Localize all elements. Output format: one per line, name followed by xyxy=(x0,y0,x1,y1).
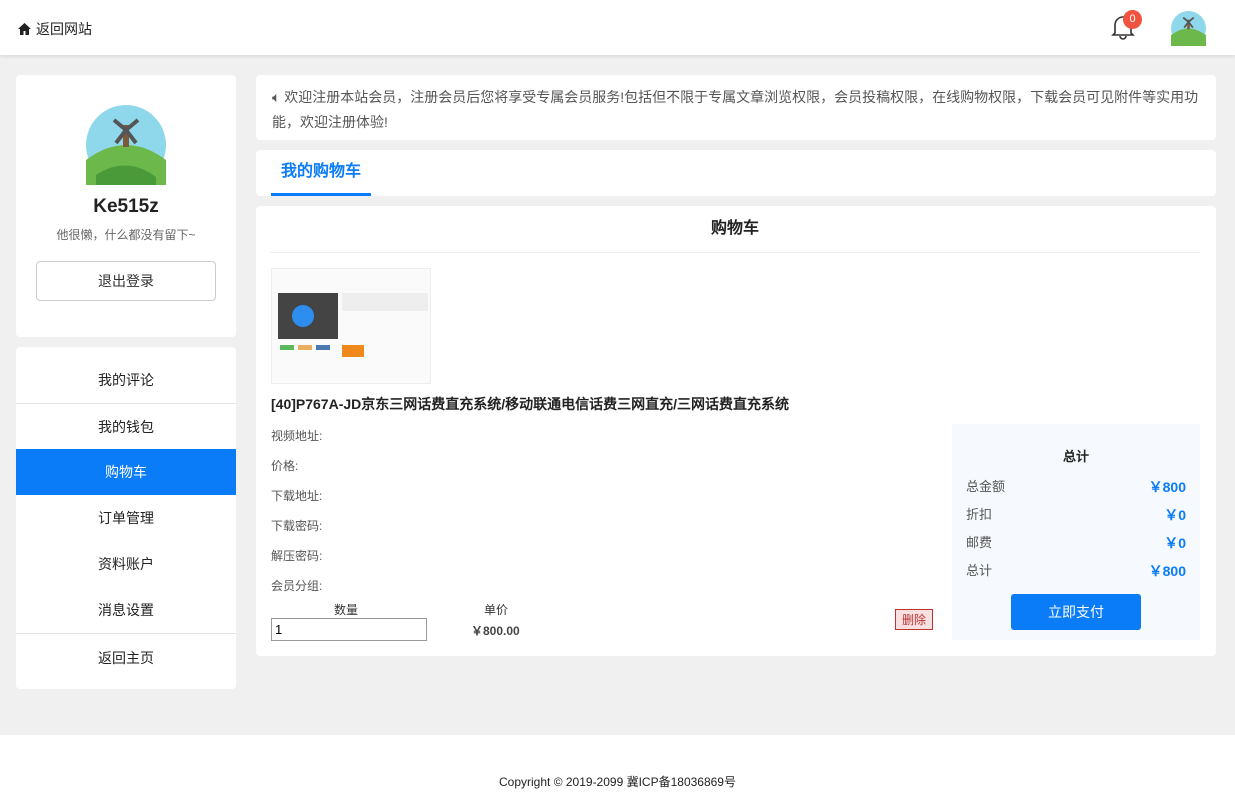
top-bar: 返回网站 0 xyxy=(0,0,1235,55)
summary-row-shipping: 邮费 ￥0 xyxy=(952,529,1200,557)
row-value: ￥0 xyxy=(1164,535,1186,551)
sidebar-item-account[interactable]: 资料账户 xyxy=(16,541,236,587)
sidebar-item-comments[interactable]: 我的评论 xyxy=(16,357,236,403)
field-download-url: 下载地址: xyxy=(271,489,323,503)
field-member-group: 会员分组: xyxy=(271,579,323,593)
back-to-site-link[interactable]: 返回网站 xyxy=(18,19,92,39)
row-label: 总金额 xyxy=(966,479,1006,494)
row-value: ￥800 xyxy=(1148,563,1186,579)
row-label: 折扣 xyxy=(966,507,993,522)
product-title[interactable]: [40]P767A-JD京东三网话费直充系统/移动联通电信话费三网直充/三网话费… xyxy=(271,394,789,414)
cart-title: 购物车 xyxy=(270,206,1200,253)
summary-row-total: 总计 ￥800 xyxy=(952,557,1200,585)
sidebar-item-home[interactable]: 返回主页 xyxy=(16,633,236,685)
speaker-icon: 🔈︎ xyxy=(272,89,281,105)
row-label: 总计 xyxy=(966,563,993,578)
field-price: 价格: xyxy=(271,459,299,473)
tab-my-cart[interactable]: 我的购物车 xyxy=(271,150,371,196)
cart-panel: 购物车 [40]P767A-JD京东三网话费直充系统/移动联通电信话费三网直充/… xyxy=(256,206,1216,656)
notification-badge: 0 xyxy=(1123,10,1142,29)
sidebar-item-wallet[interactable]: 我的钱包 xyxy=(16,403,236,449)
sidebar-item-orders[interactable]: 订单管理 xyxy=(16,495,236,541)
footer: Copyright © 2019-2099 冀ICP备18036869号 xyxy=(0,735,1235,798)
notice-banner: 🔈︎ 欢迎注册本站会员，注册会员后您将享受专属会员服务!包括但不限于专属文章浏览… xyxy=(256,75,1216,140)
unit-price: ￥800.00 xyxy=(471,624,520,638)
back-label: 返回网站 xyxy=(36,21,92,37)
summary-row-discount: 折扣 ￥0 xyxy=(952,501,1200,529)
row-label: 邮费 xyxy=(966,535,993,550)
summary-title: 总计 xyxy=(1062,449,1089,464)
pay-now-button[interactable]: 立即支付 xyxy=(1011,594,1141,630)
unit-price-label: 单价 xyxy=(484,603,509,617)
sidebar-item-cart[interactable]: 购物车 xyxy=(16,449,236,495)
row-value: ￥800 xyxy=(1148,479,1186,495)
sidebar-menu: 我的评论 我的钱包 购物车 订单管理 资料账户 消息设置 返回主页 xyxy=(16,347,236,689)
username: Ke515z xyxy=(93,196,159,217)
field-download-password: 下载密码: xyxy=(271,519,323,533)
product-thumbnail[interactable] xyxy=(271,268,431,384)
notice-text: 欢迎注册本站会员，注册会员后您将享受专属会员服务!包括但不限于专属文章浏览权限，… xyxy=(272,89,1199,130)
user-avatar[interactable] xyxy=(1171,11,1206,46)
field-unzip-password: 解压密码: xyxy=(271,549,323,563)
delete-button[interactable]: 删除 xyxy=(895,609,934,630)
summary-row-subtotal: 总金额 ￥800 xyxy=(952,473,1200,501)
quantity-label: 数量 xyxy=(334,603,359,617)
logout-button[interactable]: 退出登录 xyxy=(36,261,216,301)
tab-bar: 我的购物车 xyxy=(256,150,1216,196)
sidebar-item-messages[interactable]: 消息设置 xyxy=(16,587,236,633)
field-video-url: 视频地址: xyxy=(271,429,323,443)
home-icon xyxy=(18,23,31,35)
profile-avatar xyxy=(86,105,166,185)
profile-card: Ke515z 他很懒，什么都没有留下~ 退出登录 xyxy=(16,75,236,337)
order-summary: 总计 总金额 ￥800 折扣 ￥0 邮费 ￥0 总计 ￥800 立即支付 xyxy=(952,424,1200,640)
quantity-input[interactable] xyxy=(271,618,427,641)
user-bio: 他很懒，什么都没有留下~ xyxy=(56,228,196,242)
row-value: ￥0 xyxy=(1164,507,1186,523)
